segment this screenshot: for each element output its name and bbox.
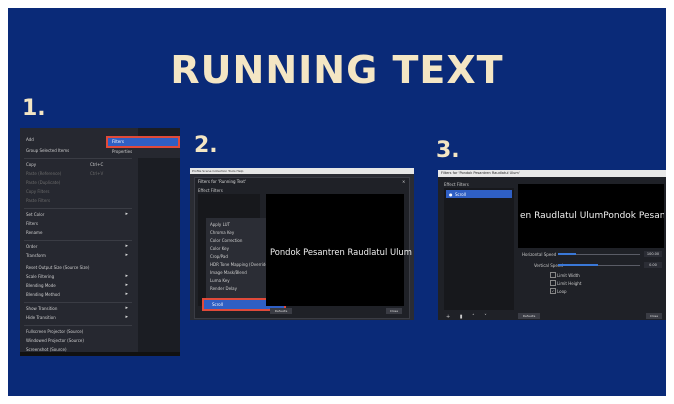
menu-item-paste-reference[interactable]: Paste (Reference) [26,171,61,176]
filter-option[interactable]: Apply LUT [210,222,230,227]
filter-list-pane [444,188,514,310]
highlight-box [106,136,180,148]
chevron-right-icon: ▸ [125,243,128,249]
menu-separator [24,325,132,326]
menu-item-copy-filters[interactable]: Copy Filters [26,189,49,194]
chevron-right-icon: ▸ [125,314,128,320]
effect-filters-label: Effect Filters [198,188,223,193]
filter-option[interactable]: Render Delay [210,286,237,291]
chevron-right-icon: ▸ [125,273,128,279]
loop-label: Loop [557,289,567,294]
menu-item-filters[interactable]: Filters [26,221,38,226]
filter-item-scroll[interactable]: Scroll [455,192,466,197]
limit-width-label: Limit Width [557,273,580,278]
menu-item-paste-duplicate[interactable]: Paste (Duplicate) [26,180,60,185]
menu-separator [24,208,132,209]
chevron-right-icon: ▸ [125,291,128,297]
vertical-speed-fill [558,264,598,266]
menu-item-transform[interactable]: Transform [26,253,46,258]
paste-shortcut: Ctrl+V [90,171,104,176]
step-3-number: 3. [436,138,460,163]
menu-item-hide-transition[interactable]: Hide Transition [26,315,56,320]
filters-window-2: Profile Scene Collection Tools Help Filt… [190,168,414,320]
step-1-number: 1. [22,96,46,121]
copy-shortcut: Ctrl+C [90,162,104,167]
chevron-right-icon: ▸ [125,305,128,311]
window-title: Filters for 'Running Text' [198,179,246,184]
menu-item-fullscreen-projector[interactable]: Fullscreen Projector (Source) [26,329,83,334]
submenu-item-properties[interactable]: Properties [112,149,132,154]
filter-option[interactable]: Image Mask/Blend [210,270,247,275]
filter-option[interactable]: Chroma Key [210,230,234,235]
menu-item-rename[interactable]: Rename [26,230,42,235]
filter-option[interactable]: Crop/Pad [210,254,228,259]
menu-item-set-color[interactable]: Set Color [26,212,44,217]
menu-item-windowed-projector[interactable]: Windowed Projector (Source) [26,338,84,343]
chevron-right-icon: ▸ [125,252,128,258]
defaults-button[interactable]: Defaults [518,313,540,319]
slide-title: RUNNING TEXT [170,48,504,92]
menubar-text: Profile Scene Collection Tools Help [192,169,244,173]
eye-icon[interactable]: ● [449,192,453,197]
close-button[interactable]: Close [386,308,402,314]
vertical-speed-input[interactable]: 0.00 [644,262,662,268]
menu-item-group[interactable]: Group Selected Items [26,148,69,153]
menu-item-show-transition[interactable]: Show Transition [26,306,57,311]
filters-window-3: Filters for 'Pondok Pesantren Raudlatul … [438,170,666,320]
menu-separator [24,158,132,159]
menu-item-paste-filters[interactable]: Paste Filters [26,198,50,203]
horizontal-speed-label: Horizontal Speed [522,252,557,257]
preview-text: en Raudlatul UlumPondok Pesantr [520,211,664,221]
menu-item-scale-filtering[interactable]: Scale Filtering [26,274,54,279]
preview-text: Pondok Pesantren Raudlatul Ulum [270,247,412,257]
limit-height-label: Limit Height [557,281,582,286]
context-menu [20,128,138,356]
effect-filters-label: Effect Filters [444,182,469,187]
limit-width-checkbox[interactable] [550,272,556,278]
horizontal-speed-fill [558,253,576,255]
menu-item-reset-size[interactable]: Reset Output Size (Source Size) [26,265,89,270]
bottom-strip [20,352,180,356]
context-menu-panel: Add Group Selected Items Copy Ctrl+C Pas… [20,128,180,356]
horizontal-speed-input[interactable]: 100.00 [644,251,662,257]
menu-separator [24,240,132,241]
menu-item-blending-mode[interactable]: Blending Mode [26,283,56,288]
filter-toolbar-icons[interactable]: + ▮ ˄ ˅ [446,314,491,320]
close-button[interactable]: Close [646,313,662,319]
close-icon[interactable]: × [402,179,405,184]
slide: RUNNING TEXT 1. 2. 3. Add Group Selected… [8,8,666,396]
menu-item-order[interactable]: Order [26,244,37,249]
menu-item-add[interactable]: Add [26,137,34,142]
preview-area: en Raudlatul UlumPondok Pesantr [518,184,664,248]
menu-separator [24,302,132,303]
filter-option[interactable]: Luma Key [210,278,230,283]
limit-height-checkbox[interactable] [550,280,556,286]
menu-item-copy[interactable]: Copy [26,162,36,167]
menu-item-blending-method[interactable]: Blending Method [26,292,60,297]
filter-option[interactable]: Color Key [210,246,229,251]
chevron-right-icon: ▸ [125,282,128,288]
filter-option[interactable]: HDR Tone Mapping (Override) [210,262,269,267]
step-2-number: 2. [194,133,218,158]
filter-option[interactable]: Color Correction [210,238,242,243]
window-title: Filters for 'Pondok Pesantren Raudlatul … [441,171,520,175]
defaults-button[interactable]: Defaults [270,308,292,314]
chevron-right-icon: ▸ [125,211,128,217]
loop-checkbox[interactable]: ✓ [550,288,556,294]
